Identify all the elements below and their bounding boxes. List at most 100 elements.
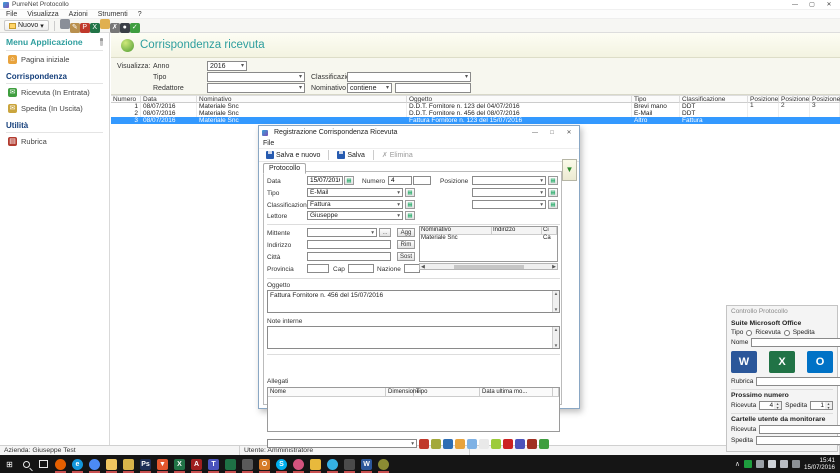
- bee-app-icon[interactable]: [377, 458, 390, 473]
- classificazione-select[interactable]: Fattura ▾: [307, 200, 403, 209]
- posizione2-lookup-button[interactable]: ▦: [548, 188, 558, 197]
- vm-app-icon[interactable]: [241, 458, 254, 473]
- rim-button[interactable]: Rim: [397, 240, 415, 249]
- excel-export-icon[interactable]: X: [89, 22, 100, 33]
- scroll-down-icon[interactable]: ▼: [554, 307, 558, 312]
- cap-input[interactable]: [348, 264, 374, 273]
- import-document-button[interactable]: ▼: [562, 159, 577, 181]
- nome-input[interactable]: [751, 338, 840, 347]
- nazione-input[interactable]: [404, 264, 420, 273]
- provincia-input[interactable]: [307, 264, 329, 273]
- scroll-right-icon[interactable]: ▶: [552, 264, 556, 270]
- delete-icon[interactable]: ✗: [109, 22, 120, 33]
- sidebar-item-spedita[interactable]: ✉ Spedita (In Uscita): [6, 100, 103, 116]
- detective-app-icon[interactable]: [343, 458, 356, 473]
- save-attachment-icon[interactable]: [491, 438, 501, 449]
- outlook-icon[interactable]: O: [807, 351, 833, 373]
- tab-protocollo[interactable]: Protocollo: [263, 163, 307, 174]
- funnel-app-icon[interactable]: ▼: [156, 458, 169, 473]
- shared-folder-icon[interactable]: [122, 458, 135, 473]
- menu-help[interactable]: ?: [138, 11, 142, 18]
- sidebar-item-rubrica[interactable]: ▤ Rubrica: [6, 133, 103, 149]
- task-view-button[interactable]: [37, 458, 50, 471]
- file-explorer-icon[interactable]: [105, 458, 118, 473]
- posizione1-select[interactable]: ▾: [472, 176, 546, 185]
- word-icon[interactable]: W: [731, 351, 757, 373]
- search-binoculars-icon[interactable]: ●: [119, 22, 130, 33]
- excel-icon[interactable]: X: [769, 351, 795, 373]
- action-center-tray-icon[interactable]: [792, 460, 801, 468]
- oggetto-scrollbar[interactable]: ▲ ▼: [552, 291, 559, 312]
- sidebar-item-pagina-iniziale[interactable]: ⌂ Pagina iniziale: [6, 51, 103, 67]
- citta-input[interactable]: [307, 252, 391, 261]
- prossimo-ricevuta-spinner[interactable]: 4 ▲ ▼: [759, 401, 783, 410]
- dialog-maximize-button[interactable]: □: [545, 130, 559, 136]
- col-classificazione[interactable]: Classificazione: [680, 95, 748, 103]
- table-row[interactable]: 2 08/07/2016 Materiale Snc D.D.T. Fornit…: [111, 110, 840, 117]
- pdf-export-icon[interactable]: P: [79, 22, 90, 33]
- network-tray-icon[interactable]: [768, 460, 777, 468]
- indirizzo-input[interactable]: [307, 240, 391, 249]
- skype-icon[interactable]: S: [275, 458, 288, 473]
- sharepoint-icon[interactable]: [224, 458, 237, 473]
- recipients-col-citta[interactable]: Ci: [542, 227, 557, 234]
- edge-icon[interactable]: e: [71, 458, 84, 473]
- dialog-close-button[interactable]: ✕: [562, 129, 576, 136]
- attach-audio-icon[interactable]: [515, 438, 525, 449]
- col-data[interactable]: Data: [141, 95, 197, 103]
- confirm-icon[interactable]: ✓: [129, 22, 140, 33]
- volume-tray-icon[interactable]: [780, 460, 789, 468]
- salva-button[interactable]: Salva: [333, 150, 369, 161]
- note-scrollbar[interactable]: ▲ ▼: [552, 327, 559, 348]
- maximize-button[interactable]: ▢: [804, 1, 820, 9]
- menu-strumenti[interactable]: Strumenti: [98, 11, 128, 18]
- recipients-list[interactable]: Nominativo Indirizzo Ci Materiale Snc Ca: [419, 226, 558, 262]
- attach-book-icon[interactable]: [527, 438, 537, 449]
- menu-file[interactable]: File: [6, 11, 17, 18]
- col-oggetto[interactable]: Oggetto: [407, 95, 632, 103]
- recipients-col-nominativo[interactable]: Nominativo: [420, 227, 492, 234]
- scroll-up-icon[interactable]: ▲: [554, 291, 558, 296]
- nuovo-button[interactable]: Nuovo ▾: [4, 20, 49, 31]
- redattore-select[interactable]: ▾: [207, 83, 305, 93]
- cartelle-spedita-input[interactable]: [756, 436, 840, 445]
- posizione3-lookup-button[interactable]: ▦: [548, 200, 558, 209]
- send-attachment-icon[interactable]: [443, 438, 453, 449]
- posizione3-select[interactable]: ▾: [472, 200, 546, 209]
- photoshop-icon[interactable]: Ps: [139, 458, 152, 473]
- allegati-col-nome[interactable]: Nome: [268, 388, 386, 396]
- radio-spedita[interactable]: [783, 329, 790, 336]
- remove-attachment-icon[interactable]: [503, 438, 513, 449]
- dialog-minimize-button[interactable]: —: [528, 130, 542, 136]
- scroll-left-icon[interactable]: ◀: [421, 264, 425, 270]
- spinner-arrows-icon[interactable]: ▲ ▼: [825, 402, 832, 410]
- acrobat-icon[interactable]: A: [190, 458, 203, 473]
- data-input[interactable]: [307, 176, 343, 185]
- sidebar-item-ricevuta[interactable]: ✉ Ricevuta (In Entrata): [6, 84, 103, 100]
- dialog-menu-file[interactable]: File: [263, 140, 274, 147]
- scroll-thumb[interactable]: [453, 264, 524, 269]
- recipients-row[interactable]: Materiale Snc Ca: [420, 235, 557, 242]
- salva-e-nuovo-button[interactable]: Salva e nuovo: [262, 150, 324, 161]
- table-row[interactable]: 1 08/07/2016 Materiale Snc D.D.T. Fornit…: [111, 103, 840, 110]
- radio-ricevuta[interactable]: [746, 329, 753, 336]
- copy-attachment-icon[interactable]: [467, 438, 477, 449]
- cartelle-ricevuta-input[interactable]: [759, 425, 840, 434]
- classificazione-select[interactable]: ▾: [347, 72, 471, 82]
- rubrica-input[interactable]: [756, 377, 840, 386]
- minimize-button[interactable]: —: [787, 1, 803, 9]
- allegati-col-dimensione[interactable]: Dimensione: [386, 388, 420, 396]
- antivirus-tray-icon[interactable]: [744, 460, 753, 468]
- col-posizione3[interactable]: Posizione 3: [810, 95, 840, 109]
- pin-icon[interactable]: [100, 38, 103, 46]
- allegati-col-data-ultima[interactable]: Data ultima mo...: [480, 388, 553, 396]
- teams-icon[interactable]: T: [207, 458, 220, 473]
- table-row-selected[interactable]: 3 08/07/2016 Materiale Snc Fattura Forni…: [111, 117, 840, 124]
- search-button[interactable]: [20, 458, 33, 471]
- menu-visualizza[interactable]: Visualizza: [27, 11, 58, 18]
- menu-azioni[interactable]: Azioni: [69, 11, 88, 18]
- display-tray-icon[interactable]: [756, 460, 765, 468]
- col-nominativo[interactable]: Nominativo: [197, 95, 407, 103]
- media-app-icon[interactable]: [292, 458, 305, 473]
- word-icon[interactable]: W: [360, 458, 373, 473]
